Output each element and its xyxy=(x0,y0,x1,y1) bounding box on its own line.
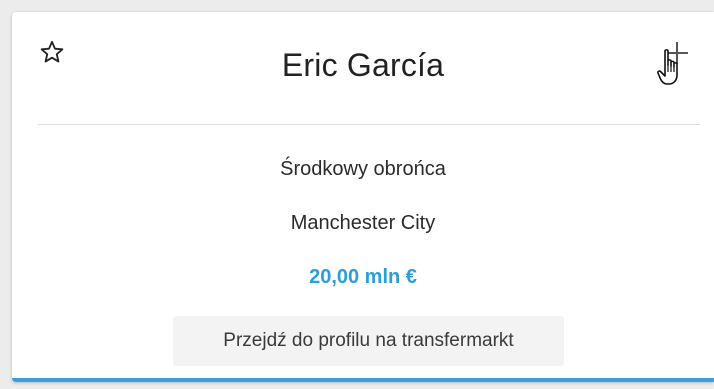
market-value: 20,00 mln € xyxy=(309,266,417,288)
plus-icon[interactable] xyxy=(664,40,690,66)
player-name: Eric García xyxy=(281,47,445,83)
player-club: Manchester City xyxy=(290,212,436,234)
transfermarkt-profile-button[interactable]: Przejdź do profilu na transfermarkt xyxy=(173,316,564,366)
player-position: Środkowy obrońca xyxy=(280,158,446,180)
header-divider xyxy=(38,124,700,125)
player-card: Eric García Środkowy obrońca Manchester … xyxy=(12,12,714,382)
